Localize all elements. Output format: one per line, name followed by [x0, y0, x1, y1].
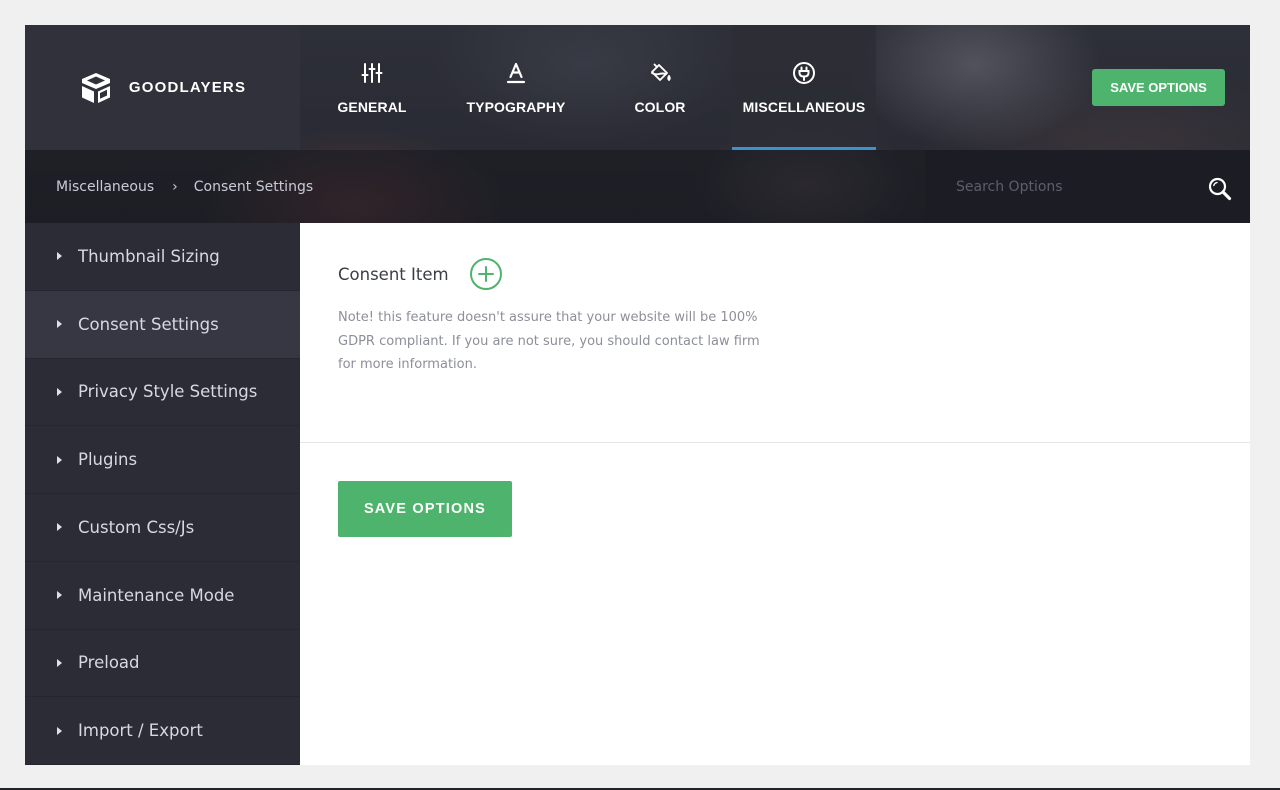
- tab-general[interactable]: GENERAL: [300, 25, 444, 150]
- caret-right-icon: [57, 252, 62, 261]
- consent-item-header: Consent Item: [338, 257, 503, 291]
- caret-right-icon: [57, 523, 62, 532]
- tab-color-label: COLOR: [634, 98, 686, 115]
- goodlayers-logo-icon: [81, 72, 110, 103]
- sidebar-item-label: Consent Settings: [78, 314, 219, 334]
- sidebar-item-privacy-style-settings[interactable]: Privacy Style Settings: [25, 359, 300, 427]
- sliders-icon: [361, 62, 383, 83]
- tab-color[interactable]: COLOR: [588, 25, 732, 150]
- plus-circle-icon[interactable]: [469, 257, 503, 291]
- search-box: [925, 150, 1250, 223]
- sidebar-item-custom-css-js[interactable]: Custom Css/Js: [25, 494, 300, 562]
- typography-icon: [506, 62, 526, 83]
- tab-miscellaneous[interactable]: MISCELLANEOUS: [732, 25, 876, 150]
- sidebar-item-maintenance-mode[interactable]: Maintenance Mode: [25, 562, 300, 630]
- sidebar-item-label: Preload: [78, 653, 140, 673]
- brand-name: GOODLAYERS: [128, 79, 247, 96]
- caret-right-icon: [57, 591, 62, 600]
- sidebar-item-plugins[interactable]: Plugins: [25, 426, 300, 494]
- sidebar-item-label: Import / Export: [78, 721, 203, 741]
- breadcrumb-separator: ›: [172, 178, 178, 195]
- divider: [300, 442, 1250, 443]
- plug-icon: [793, 61, 815, 84]
- breadcrumb-item-consent-settings: Consent Settings: [193, 178, 314, 195]
- main-content: Consent Item Note! this feature doesn't …: [300, 223, 1250, 765]
- caret-right-icon: [57, 658, 62, 667]
- sidebar-item-label: Privacy Style Settings: [78, 382, 258, 402]
- sidebar-item-thumbnail-sizing[interactable]: Thumbnail Sizing: [25, 223, 300, 291]
- search-icon[interactable]: [1207, 176, 1233, 202]
- tab-typography[interactable]: TYPOGRAPHY: [444, 25, 588, 150]
- gdpr-note: Note! this feature doesn't assure that y…: [338, 310, 760, 372]
- sidebar-item-label: Plugins: [78, 450, 138, 470]
- caret-right-icon: [57, 387, 62, 396]
- tab-miscellaneous-label: MISCELLANEOUS: [742, 98, 866, 115]
- sidebar-item-consent-settings[interactable]: Consent Settings: [25, 290, 300, 359]
- breadcrumb-item-miscellaneous[interactable]: Miscellaneous: [56, 179, 154, 195]
- sidebar: Thumbnail Sizing Consent Settings Privac…: [25, 223, 300, 765]
- search-input[interactable]: [925, 150, 1195, 223]
- breadcrumb-bar: Miscellaneous › Consent Settings: [25, 150, 1250, 223]
- sidebar-item-import-export[interactable]: Import / Export: [25, 697, 300, 765]
- save-options-button-top[interactable]: SAVE OPTIONS: [1092, 69, 1225, 106]
- brand-logo: GOODLAYERS: [25, 25, 300, 150]
- sidebar-item-label: Custom Css/Js: [78, 517, 195, 537]
- sidebar-item-preload[interactable]: Preload: [25, 630, 300, 698]
- tab-general-label: GENERAL: [337, 98, 407, 115]
- caret-right-icon: [57, 726, 62, 735]
- sidebar-item-label: Thumbnail Sizing: [78, 246, 220, 266]
- paint-bucket-icon: [651, 63, 671, 81]
- save-options-button[interactable]: SAVE OPTIONS: [338, 481, 512, 537]
- tab-typography-label: TYPOGRAPHY: [466, 98, 566, 115]
- section-title: Consent Item: [338, 264, 449, 284]
- breadcrumb: Miscellaneous › Consent Settings: [56, 150, 313, 223]
- header: GOODLAYERS GENERAL TYPOGRAPHY COLOR MISC…: [25, 25, 1250, 223]
- caret-right-icon: [57, 455, 62, 464]
- theme-options-panel: GOODLAYERS GENERAL TYPOGRAPHY COLOR MISC…: [25, 25, 1250, 765]
- main-nav: GENERAL TYPOGRAPHY COLOR MISCELLANEOUS: [300, 25, 876, 150]
- sidebar-item-label: Maintenance Mode: [78, 585, 235, 605]
- caret-right-icon: [57, 320, 62, 329]
